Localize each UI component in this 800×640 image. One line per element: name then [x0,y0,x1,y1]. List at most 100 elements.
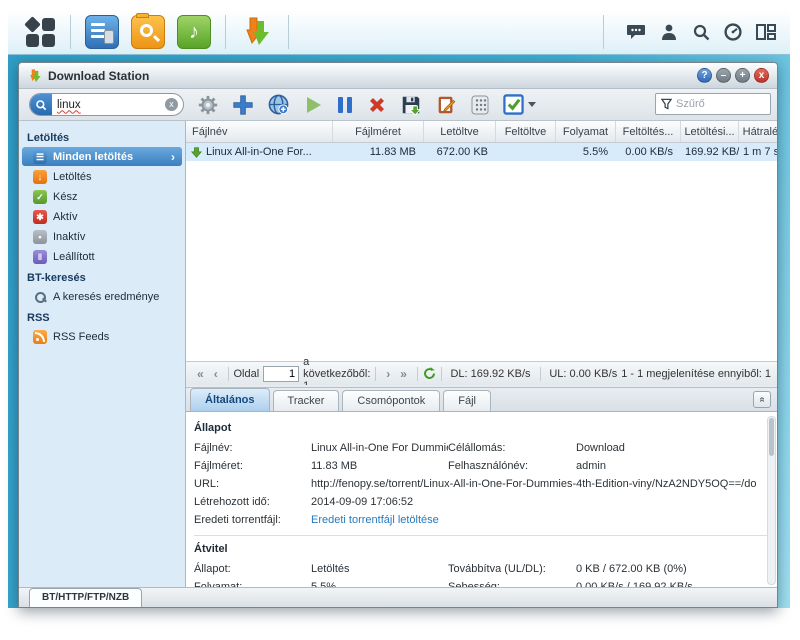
refresh-icon[interactable] [423,367,436,380]
col-progress[interactable]: Folyamat [556,121,616,142]
last-page-button[interactable]: » [395,367,412,381]
sidebar-item-label: Minden letöltés [53,151,133,163]
pagination-separator [540,367,541,381]
sidebar-item-inactive[interactable]: ▪ Inaktív [19,227,185,246]
select-dropdown-caret-icon[interactable] [528,102,536,107]
details-section-title: Átvitel [194,540,769,560]
sidebar-item-label: A keresés eredménye [53,291,159,303]
table-empty-area [186,161,777,361]
detail-label: Állapot: [194,560,311,578]
details-tabs: Általános Tracker Csomópontok Fájl « [186,388,777,412]
pilot-view-icon[interactable] [756,23,776,41]
file-station-icon[interactable] [131,15,165,49]
filter-funnel-icon [661,98,672,110]
sidebar-item-all-downloads[interactable]: ☰ Minden letöltés › [22,147,182,166]
table-row[interactable]: Linux All-in-One For... 11.83 MB 672.00 … [186,143,777,161]
col-downloaded[interactable]: Letöltve [424,121,496,142]
edit-button[interactable] [435,94,457,116]
taskbar-separator [70,15,71,49]
detail-label: Fájlméret: [194,457,311,475]
cell-filename: Linux All-in-One For... [186,146,333,158]
resume-button[interactable] [303,95,323,115]
col-upload-speed[interactable]: Feltöltés... [616,121,681,142]
sidebar-item-downloading[interactable]: ↓ Letöltés [19,167,185,186]
search-magnifier-icon[interactable] [30,93,52,116]
download-original-torrent-link[interactable]: Eredeti torrentfájl letöltése [311,511,769,529]
tab-tracker[interactable]: Tracker [273,390,340,411]
detail-value: admin [576,457,769,475]
detail-label: Továbbítva (UL/DL): [448,560,576,578]
sidebar-section-title: BT-keresés [19,267,185,287]
add-task-button[interactable] [232,94,254,116]
sidebar-item-label: RSS Feeds [53,331,109,343]
details-scrollbar[interactable] [767,416,776,585]
main-menu-icon[interactable] [18,14,62,50]
notifications-icon[interactable] [626,23,646,41]
detail-value: 0.00 KB/s / 169.92 KB/s [576,578,769,587]
sidebar-item-stopped[interactable]: ‖ Leállított [19,247,185,266]
tab-file[interactable]: Fájl [443,390,491,411]
window-titlebar[interactable]: Download Station ? – + x [19,63,777,89]
sidebar-item-active[interactable]: ✱ Aktív [19,207,185,226]
collapse-details-button[interactable]: « [753,391,771,408]
sidebar-item-completed[interactable]: ✓ Kész [19,187,185,206]
taskbar-separator [603,15,604,49]
scrollbar-thumb[interactable] [769,418,774,456]
taskbar: ♪ [8,10,790,55]
sidebar-item-label: Aktív [53,211,77,223]
settings-button[interactable] [197,94,219,116]
chevron-right-icon: › [171,150,175,164]
close-button[interactable]: x [754,68,769,83]
resource-monitor-icon[interactable] [724,23,742,41]
cell-downloaded: 672.00 KB [424,146,496,158]
detail-label: URL: [194,475,311,493]
audio-station-icon[interactable]: ♪ [177,15,211,49]
search-icon[interactable] [692,23,710,41]
download-arrows-icon [240,15,272,47]
detail-label: Létrehozott idő: [194,493,311,511]
completed-icon: ✓ [33,190,47,204]
col-filename[interactable]: Fájlnév [186,121,333,142]
col-time-left[interactable]: Hátralévő i... [739,121,777,142]
help-button[interactable]: ? [697,68,712,83]
delete-button[interactable] [367,95,387,115]
all-downloads-icon: ☰ [33,150,47,164]
table-header: Fájlnév Fájlméret Letöltve Feltöltve Fol… [186,121,777,143]
prev-page-button[interactable]: ‹ [209,367,223,381]
page-of-label: a következőből: 1 [303,356,370,386]
pause-button[interactable] [336,95,354,115]
tab-peers[interactable]: Csomópontok [342,390,440,411]
first-page-button[interactable]: « [192,367,209,381]
protocol-tab[interactable]: BT/HTTP/FTP/NZB [29,588,142,607]
download-list-pane: Fájlnév Fájlméret Letöltve Feltöltve Fol… [186,121,777,385]
tab-general[interactable]: Általános [190,388,270,411]
save-button[interactable] [400,94,422,116]
pagination-separator [417,367,418,381]
detail-label: Eredeti torrentfájl: [194,511,311,529]
filter-input[interactable] [676,98,762,110]
col-uploaded[interactable]: Feltöltve [496,121,556,142]
page-input[interactable] [263,366,299,382]
sidebar-section-title: RSS [19,307,185,327]
details-divider [194,535,769,536]
col-filesize[interactable]: Fájlméret [333,121,424,142]
col-download-speed[interactable]: Letöltési... [681,121,739,142]
maximize-button[interactable]: + [735,68,750,83]
download-station-icon[interactable] [240,15,274,49]
sidebar-item-rss-feeds[interactable]: RSS Feeds [19,327,185,346]
details-section-title: Állapot [194,419,769,439]
search-input[interactable]: linux x [29,93,184,116]
chevron-down-double-icon: « [755,397,770,403]
control-panel-icon[interactable] [85,15,119,49]
next-page-button[interactable]: › [381,367,395,381]
pagination-separator [375,367,376,381]
select-button[interactable] [503,94,536,115]
clear-finished-button[interactable] [470,94,490,116]
sidebar-item-label: Letöltés [53,171,92,183]
inactive-icon: ▪ [33,230,47,244]
minimize-button[interactable]: – [716,68,731,83]
sidebar-item-search-results[interactable]: A keresés eredménye [19,287,185,306]
add-url-button[interactable] [267,93,290,116]
user-icon[interactable] [660,23,678,41]
search-clear-icon[interactable]: x [165,98,178,111]
